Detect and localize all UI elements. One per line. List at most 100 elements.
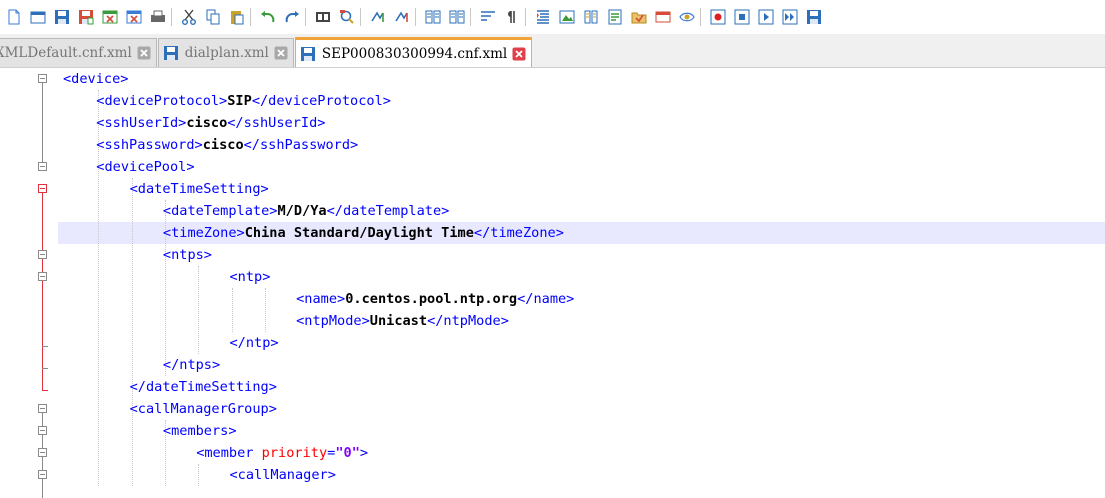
- close-tab-icon[interactable]: [512, 47, 526, 61]
- code-line[interactable]: <ntps>: [163, 244, 212, 266]
- xml-value: Unicast: [369, 313, 428, 329]
- word-wrap-icon: [481, 11, 495, 21]
- xml-tag: <dateTimeSetting>: [129, 181, 269, 197]
- code-line[interactable]: </ntps>: [163, 354, 220, 376]
- open-file-button[interactable]: [30, 9, 46, 25]
- replace-button[interactable]: [339, 9, 355, 25]
- fold-toggle-icon[interactable]: [38, 162, 47, 171]
- save-button[interactable]: [54, 9, 70, 25]
- monitoring-button[interactable]: [655, 9, 671, 25]
- close-icon: [102, 10, 118, 24]
- code-editor[interactable]: <device> <deviceProtocol>SIP</deviceProto…: [0, 68, 1105, 498]
- redo-button[interactable]: [284, 9, 300, 25]
- code-line[interactable]: <dateTimeSetting>: [130, 178, 269, 200]
- copy-button[interactable]: [205, 9, 221, 25]
- xml-tag: <callManagerGroup>: [129, 401, 277, 417]
- zoom-out-button[interactable]: [394, 9, 410, 25]
- function-list-button[interactable]: [607, 9, 623, 25]
- fold-toggle-icon[interactable]: [38, 426, 47, 435]
- show-all-chars-button[interactable]: [504, 9, 520, 25]
- save-macro-button[interactable]: [806, 9, 822, 25]
- redo-icon: [285, 11, 299, 23]
- main-toolbar: [0, 0, 1105, 34]
- code-line[interactable]: <callManager>: [230, 464, 336, 486]
- fold-toggle-icon[interactable]: [38, 74, 47, 83]
- toolbar-separator: [470, 8, 471, 26]
- code-line[interactable]: <ntp>: [230, 266, 271, 288]
- xml-tag: <ntpMode>: [296, 313, 370, 329]
- tab-sep000830300994-cnf-xml[interactable]: SEP000830300994.cnf.xml: [294, 37, 533, 67]
- replace-icon: [340, 10, 354, 24]
- fold-toggle-icon[interactable]: [38, 250, 47, 259]
- close-all-button[interactable]: [126, 9, 142, 25]
- code-line[interactable]: <members>: [163, 420, 237, 442]
- code-line[interactable]: <timeZone>China Standard/Daylight Time</…: [163, 222, 564, 244]
- close-tab-icon[interactable]: [274, 46, 288, 60]
- doc-map-button[interactable]: [583, 9, 599, 25]
- cut-button[interactable]: [181, 9, 197, 25]
- sync-horizontal-button[interactable]: [449, 9, 465, 25]
- code-line[interactable]: <devicePool>: [96, 156, 194, 178]
- find-button[interactable]: [315, 9, 331, 25]
- cut-icon: [182, 9, 196, 25]
- code-line[interactable]: </dateTimeSetting>: [130, 376, 277, 398]
- print-button[interactable]: [150, 9, 166, 25]
- code-line[interactable]: <callManagerGroup>: [130, 398, 277, 420]
- fold-toggle-icon[interactable]: [38, 470, 47, 479]
- play-macro-button[interactable]: [758, 9, 774, 25]
- undo-button[interactable]: [260, 9, 276, 25]
- code-line[interactable]: <dateTemplate>M/D/Ya</dateTemplate>: [163, 200, 449, 222]
- fold-toggle-icon[interactable]: [38, 448, 47, 457]
- folder-workspace-button[interactable]: [631, 9, 647, 25]
- tab-dialplan-xml[interactable]: dialplan.xml: [157, 38, 294, 67]
- zoom-out-icon: [395, 11, 408, 22]
- indent-guide: [231, 288, 233, 332]
- fold-toggle-icon[interactable]: [38, 404, 47, 413]
- zoom-in-button[interactable]: [370, 9, 386, 25]
- user-language-button[interactable]: [559, 9, 575, 25]
- document-tab-bar: XMLDefault.cnf.xml dialplan.xml SEP0008303…: [0, 34, 1105, 68]
- code-line[interactable]: <sshUserId>cisco</sshUserId>: [96, 112, 325, 134]
- code-line[interactable]: </ntp>: [230, 332, 279, 354]
- xml-tag: <callManager>: [229, 467, 336, 483]
- new-file-button[interactable]: [6, 9, 22, 25]
- fold-toggle-icon[interactable]: [38, 272, 47, 281]
- code-line[interactable]: <deviceProtocol>SIP</deviceProtocol>: [96, 90, 391, 112]
- fold-end-tick: [42, 346, 48, 347]
- sync-vertical-icon: [425, 10, 441, 24]
- undo-icon: [261, 11, 275, 23]
- paste-button[interactable]: [229, 9, 245, 25]
- close-button[interactable]: [102, 9, 118, 25]
- fold-margin[interactable]: [0, 68, 58, 498]
- save-all-button[interactable]: [78, 9, 94, 25]
- xml-value: SIP: [227, 93, 252, 109]
- indent-guide: [198, 266, 200, 354]
- print-icon: [151, 10, 165, 22]
- code-line[interactable]: <ntpMode>Unicast</ntpMode>: [296, 310, 509, 332]
- run-macro-multiple-button[interactable]: [782, 9, 798, 25]
- fold-end-tick: [42, 390, 48, 391]
- word-wrap-button[interactable]: [480, 9, 496, 25]
- record-macro-button[interactable]: [710, 9, 726, 25]
- sync-vertical-button[interactable]: [425, 9, 441, 25]
- xml-tag: <sshUserId>: [96, 115, 187, 131]
- play-macro-icon: [758, 9, 774, 25]
- code-line[interactable]: <name>0.centos.pool.ntp.org</name>: [296, 288, 574, 310]
- eye-button[interactable]: [679, 9, 695, 25]
- zoom-in-icon: [371, 11, 384, 22]
- indent-guide: [131, 178, 133, 486]
- code-line[interactable]: <device>: [63, 68, 128, 90]
- toolbar-separator: [171, 8, 172, 26]
- fold-toggle-icon[interactable]: [38, 184, 47, 193]
- code-line[interactable]: <member priority="0">: [196, 442, 368, 464]
- tab-xmldefault-cnf-xml[interactable]: XMLDefault.cnf.xml: [0, 38, 157, 67]
- indent-guide: [198, 464, 200, 486]
- copy-icon: [206, 9, 220, 25]
- tab-label: XMLDefault.cnf.xml: [0, 45, 132, 61]
- code-line[interactable]: <sshPassword>cisco</sshPassword>: [96, 134, 358, 156]
- indent-guide-button[interactable]: [535, 9, 551, 25]
- xml-value: cisco: [202, 137, 244, 153]
- close-tab-icon[interactable]: [137, 46, 151, 60]
- stop-macro-button[interactable]: [734, 9, 750, 25]
- xml-tag: <member: [196, 445, 262, 461]
